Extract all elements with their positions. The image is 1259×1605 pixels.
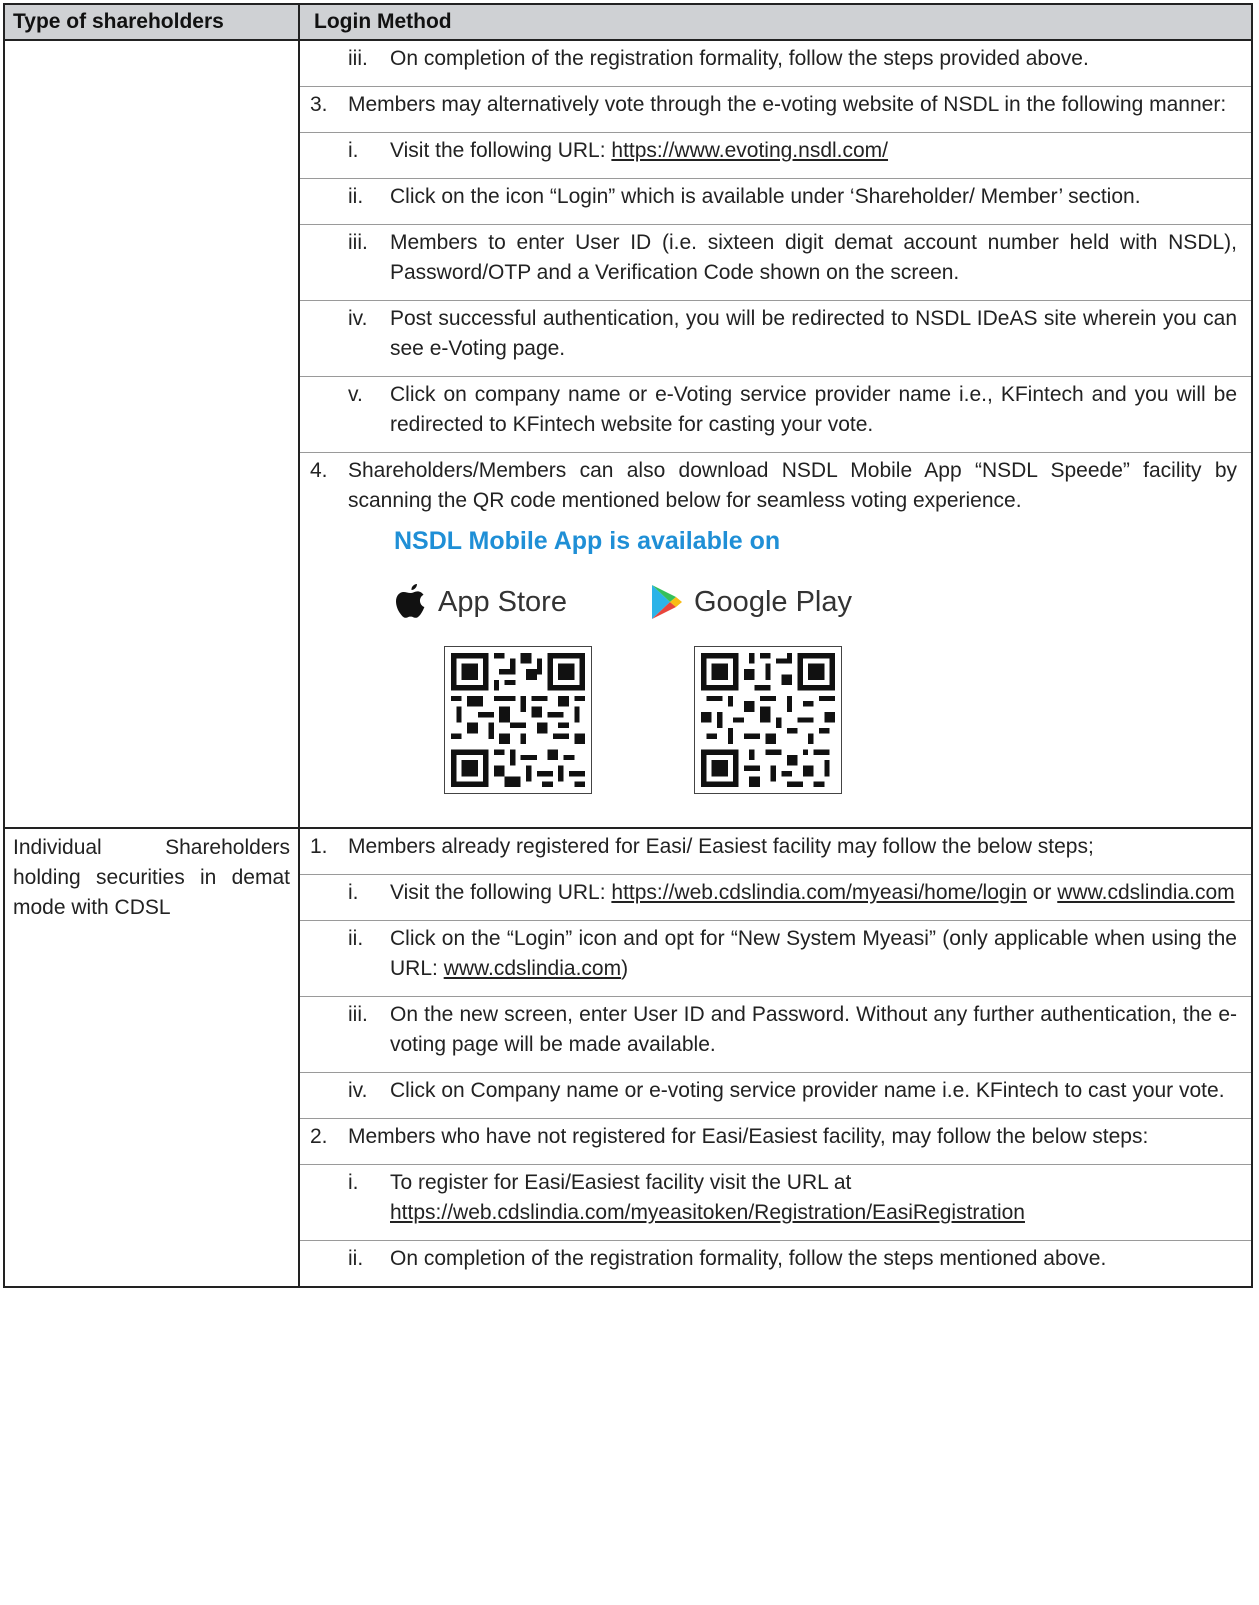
list-item: v. Click on company name or e-Voting ser… (300, 377, 1251, 453)
item-number: iv. (348, 1079, 368, 1102)
item-text: To register for Easi/Easiest facility vi… (390, 1171, 1025, 1224)
item-text: Click on the “Login” icon and opt for “N… (390, 927, 1237, 980)
app-store-qr-code[interactable] (444, 646, 592, 794)
cdsl-easi-registration-link[interactable]: https://web.cdslindia.com/myeasitoken/Re… (390, 1201, 1025, 1224)
list-item: i. Visit the following URL: https://web.… (300, 875, 1251, 921)
list-item: iii. Members to enter User ID (i.e. sixt… (300, 225, 1251, 301)
apple-icon (396, 584, 425, 618)
item-text: Visit the following URL: https://web.cds… (390, 881, 1235, 904)
item-text: On completion of the registration formal… (390, 47, 1089, 70)
item-text: Click on the icon “Login” which is avail… (390, 185, 1141, 208)
shareholder-type-cell: Individual Shareholders holding securiti… (5, 829, 300, 1286)
login-method-cell: 1. Members already registered for Easi/ … (300, 829, 1251, 1286)
item-text: On completion of the registration formal… (390, 1247, 1107, 1270)
item-number: i. (348, 139, 359, 162)
item-number: 4. (310, 459, 328, 482)
app-store-badge[interactable]: App Store (394, 582, 650, 622)
item-number: i. (348, 1171, 359, 1194)
item-number: iv. (348, 307, 368, 330)
header-login-method: Login Method (314, 10, 452, 33)
item-number: ii. (348, 927, 364, 950)
list-item: ii. On completion of the registration fo… (300, 1241, 1251, 1286)
item-text: Members already registered for Easi/ Eas… (348, 835, 1094, 858)
item-number: 2. (310, 1125, 328, 1148)
item-number: ii. (348, 185, 364, 208)
list-item: iv. Click on Company name or e-voting se… (300, 1073, 1251, 1119)
nsdl-mobile-app-block: NSDL Mobile App is available on App Stor… (300, 516, 1251, 802)
list-item: 3. Members may alternatively vote throug… (300, 87, 1251, 133)
store-badges: App Store Google Play (394, 582, 1251, 622)
app-availability-title: NSDL Mobile App is available on (394, 527, 781, 555)
google-play-icon (652, 585, 682, 619)
list-item: i. To register for Easi/Easiest facility… (300, 1165, 1251, 1241)
header-type-of-shareholders: Type of shareholders (5, 5, 300, 39)
nsdl-evoting-link[interactable]: https://www.evoting.nsdl.com/ (611, 139, 888, 162)
item-number: v. (348, 383, 363, 406)
item-number: 1. (310, 835, 328, 858)
item-text: Shareholders/Members can also download N… (348, 459, 1237, 512)
list-item: iv. Post successful authentication, you … (300, 301, 1251, 377)
item-text: Members to enter User ID (i.e. sixteen d… (390, 231, 1237, 284)
cdsl-myeasi-login-link[interactable]: https://web.cdslindia.com/myeasi/home/lo… (611, 881, 1027, 904)
table-row-nsdl: iii. On completion of the registration f… (5, 41, 1251, 827)
item-text: Click on Company name or e-voting servic… (390, 1079, 1225, 1102)
list-item: 1. Members already registered for Easi/ … (300, 829, 1251, 875)
cdsl-home-link[interactable]: www.cdslindia.com (1057, 881, 1234, 904)
list-item: 2. Members who have not registered for E… (300, 1119, 1251, 1165)
app-store-label: App Store (438, 586, 567, 618)
item-text: Post successful authentication, you will… (390, 307, 1237, 360)
google-play-label: Google Play (694, 586, 852, 618)
google-play-qr-code[interactable] (694, 646, 842, 794)
item-number: iii. (348, 1003, 368, 1026)
item-text: Click on company name or e-Voting servic… (390, 383, 1237, 436)
list-item: ii. Click on the “Login” icon and opt fo… (300, 921, 1251, 997)
item-number: iii. (348, 231, 368, 254)
list-item: iii. On the new screen, enter User ID an… (300, 997, 1251, 1073)
login-method-cell: iii. On completion of the registration f… (300, 41, 1251, 827)
list-item: ii. Click on the icon “Login” which is a… (300, 179, 1251, 225)
google-play-badge[interactable]: Google Play (650, 583, 852, 621)
qr-codes (394, 646, 1251, 794)
item-text: Visit the following URL: https://www.evo… (390, 139, 889, 162)
list-item: i. Visit the following URL: https://www.… (300, 133, 1251, 179)
item-number: 3. (310, 93, 328, 116)
shareholder-type-cell-empty (5, 41, 300, 827)
item-text: Members who have not registered for Easi… (348, 1125, 1149, 1148)
cdsl-home-link[interactable]: www.cdslindia.com (444, 957, 621, 980)
item-text: On the new screen, enter User ID and Pas… (390, 1003, 1237, 1056)
table-row-cdsl: Individual Shareholders holding securiti… (5, 827, 1251, 1286)
list-item: iii. On completion of the registration f… (300, 41, 1251, 87)
list-item: 4. Shareholders/Members can also downloa… (300, 453, 1251, 516)
item-number: iii. (348, 47, 368, 70)
item-number: i. (348, 881, 359, 904)
item-number: ii. (348, 1247, 364, 1270)
table-header: Type of shareholders Login Method (5, 5, 1251, 41)
login-methods-table: Type of shareholders Login Method iii. O… (3, 3, 1253, 1288)
item-text: Members may alternatively vote through t… (348, 93, 1227, 116)
